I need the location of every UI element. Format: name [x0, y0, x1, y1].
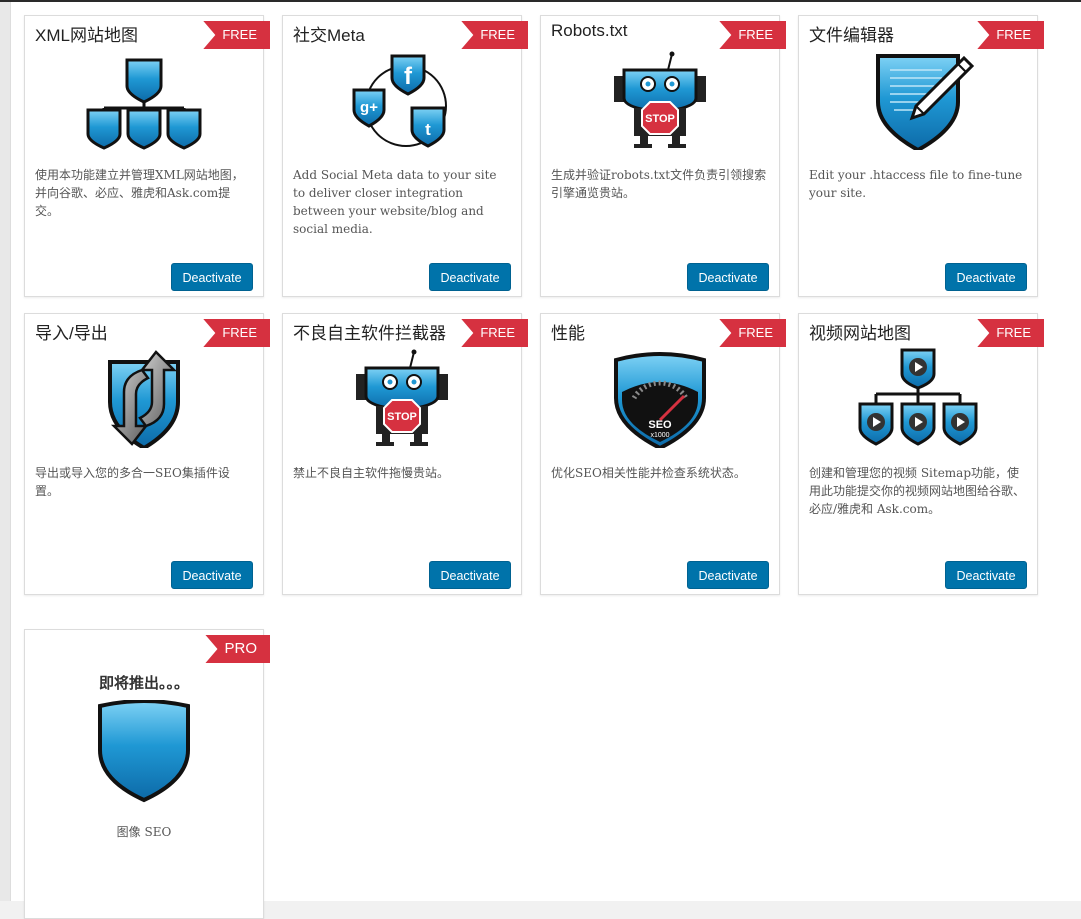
shield-icon: [98, 700, 190, 803]
svg-text:STOP: STOP: [645, 113, 675, 125]
free-badge: FREE: [203, 319, 270, 347]
module-card-performance: 性能 FREE SEO x1000 优化SEO相关性能并检查系统状态。 Deac…: [540, 313, 786, 595]
card-title: 导入/导出: [35, 324, 108, 343]
free-badge: FREE: [461, 319, 528, 347]
free-badge: FREE: [719, 21, 786, 49]
card-title: Robots.txt: [551, 21, 628, 40]
svg-text:g+: g+: [360, 99, 378, 116]
free-badge: FREE: [977, 319, 1044, 347]
card-title: 性能: [551, 324, 585, 343]
card-title: 不良自主软件拦截器: [293, 324, 446, 343]
module-card-social-meta: 社交Meta FREE f g+ t Add Social Meta data …: [282, 15, 528, 297]
card-title: XML网站地图: [35, 26, 138, 45]
social-meta-icon: f g+ t: [352, 54, 447, 148]
card-description: Edit your .htaccess file to fine-tune yo…: [809, 168, 1023, 200]
free-badge: FREE: [977, 21, 1044, 49]
sitemap-icon: [86, 58, 202, 150]
svg-text:STOP: STOP: [387, 411, 417, 423]
module-card-robots-txt: Robots.txt FREE STOP 生成并验证robots.txt文件负责…: [540, 15, 786, 297]
deactivate-button[interactable]: Deactivate: [687, 263, 769, 291]
deactivate-button[interactable]: Deactivate: [429, 561, 511, 589]
feature-manager-grid: XML网站地图 FREE 使用本功能建立并管理XML网站地图，并向谷歌、必应、雅…: [11, 2, 1081, 919]
module-card-file-editor: 文件编辑器 FREE Edit your .htaccess file to f…: [798, 15, 1044, 297]
card-description: 禁止不良自主软件拖慢贵站。: [293, 466, 450, 480]
free-badge: FREE: [719, 319, 786, 347]
svg-text:f: f: [404, 63, 413, 90]
deactivate-button[interactable]: Deactivate: [687, 561, 769, 589]
deactivate-button[interactable]: Deactivate: [429, 263, 511, 291]
coming-soon-title: 即将推出。。。: [98, 674, 189, 692]
file-editor-icon: [876, 54, 975, 150]
card-title: 视频网站地图: [809, 324, 911, 343]
import-export-icon: [108, 350, 180, 448]
card-title: 社交Meta: [293, 26, 365, 45]
card-description: 创建和管理您的视频 Sitemap功能，使用此功能提交你的视频网站地图给谷歌、必…: [809, 466, 1026, 516]
module-card-import-export: 导入/导出 FREE 导出或导入您的多合一SEO集插件设置。 Deactivat…: [24, 313, 270, 595]
deactivate-button[interactable]: Deactivate: [945, 263, 1027, 291]
gauge-label-x1000: x1000: [650, 432, 669, 439]
card-title: 文件编辑器: [809, 26, 894, 45]
coming-soon-card: PRO 即将推出。。。 图像 SEO: [24, 629, 270, 919]
deactivate-button[interactable]: Deactivate: [171, 263, 253, 291]
deactivate-button[interactable]: Deactivate: [171, 561, 253, 589]
bad-bot-blocker-icon: STOP: [356, 349, 448, 446]
pro-badge: PRO: [205, 635, 270, 663]
free-badge: FREE: [461, 21, 528, 49]
performance-gauge-icon: SEO x1000: [614, 352, 706, 448]
module-card-xml-sitemap: XML网站地图 FREE 使用本功能建立并管理XML网站地图，并向谷歌、必应、雅…: [24, 15, 270, 297]
card-description: 使用本功能建立并管理XML网站地图，并向谷歌、必应、雅虎和Ask.com提交。: [35, 168, 244, 218]
robot-stop-icon: STOP: [614, 51, 706, 148]
deactivate-button[interactable]: Deactivate: [945, 561, 1027, 589]
free-badge: FREE: [203, 21, 270, 49]
svg-text:t: t: [425, 120, 431, 139]
module-card-bad-bot-blocker: 不良自主软件拦截器 FREE STOP 禁止不良自主软件拖慢贵站。 Deacti…: [282, 313, 528, 595]
card-description: 导出或导入您的多合一SEO集插件设置。: [35, 466, 230, 498]
left-sidebar-edge: [0, 2, 11, 901]
card-description: 生成并验证robots.txt文件负责引领搜索引擎通览贵站。: [551, 168, 767, 200]
card-description: Add Social Meta data to your site to del…: [293, 168, 497, 236]
video-sitemap-icon: [858, 348, 978, 446]
card-description: 优化SEO相关性能并检查系统状态。: [551, 466, 746, 480]
gauge-label-seo: SEO: [648, 419, 672, 431]
coming-soon-description: 图像 SEO: [116, 825, 172, 839]
module-card-video-sitemap: 视频网站地图 FREE 创建和管理您的视频 Sitemap功能，使用此功能提交你…: [798, 313, 1044, 595]
